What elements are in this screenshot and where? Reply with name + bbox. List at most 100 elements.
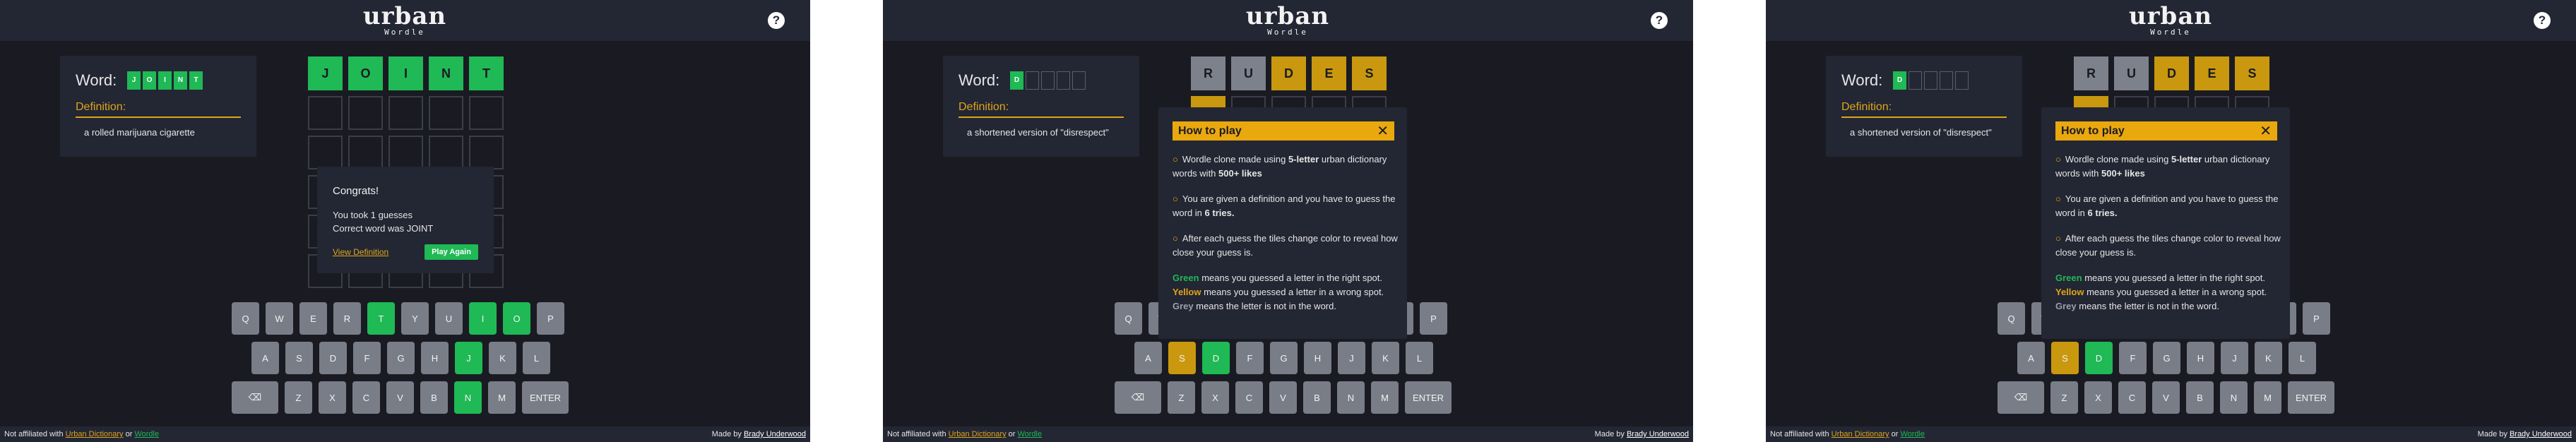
play-again-button[interactable]: Play Again <box>425 244 478 260</box>
backspace-icon[interactable]: ⌫ <box>1998 381 2044 414</box>
close-icon[interactable]: ✕ <box>2260 122 2272 140</box>
key-l[interactable]: L <box>1406 342 1433 374</box>
word-tile <box>1924 71 1937 90</box>
key-g[interactable]: G <box>1270 342 1298 374</box>
key-c[interactable]: C <box>1235 381 1263 414</box>
key-x[interactable]: X <box>319 381 346 414</box>
key-z[interactable]: Z <box>2050 381 2078 414</box>
author-link[interactable]: Brady Underwood <box>2510 430 2572 438</box>
urban-dictionary-link[interactable]: Urban Dictionary <box>949 430 1007 438</box>
key-b[interactable]: B <box>1303 381 1331 414</box>
grid-tile: D <box>1271 56 1306 90</box>
key-j[interactable]: J <box>1338 342 1365 374</box>
key-m[interactable]: M <box>488 381 516 414</box>
key-a[interactable]: A <box>2017 342 2045 374</box>
enter-key[interactable]: ENTER <box>2288 381 2334 414</box>
author-link[interactable]: Brady Underwood <box>744 430 806 438</box>
key-h[interactable]: H <box>2187 342 2214 374</box>
backspace-icon[interactable]: ⌫ <box>1115 381 1161 414</box>
key-s[interactable]: S <box>1168 342 1196 374</box>
key-d[interactable]: D <box>319 342 347 374</box>
key-r[interactable]: R <box>333 302 361 335</box>
backspace-icon[interactable]: ⌫ <box>232 381 278 414</box>
wordle-link[interactable]: Wordle <box>1900 430 1925 438</box>
key-x[interactable]: X <box>2084 381 2112 414</box>
key-d[interactable]: D <box>1202 342 1230 374</box>
grey-text: means the letter is not in the word. <box>1193 301 1336 311</box>
key-b[interactable]: B <box>2186 381 2214 414</box>
help-icon[interactable]: ? <box>768 12 785 29</box>
key-n[interactable]: N <box>2220 381 2248 414</box>
key-f[interactable]: F <box>353 342 381 374</box>
key-p[interactable]: P <box>537 302 564 335</box>
help-icon[interactable]: ? <box>2534 12 2551 29</box>
view-definition-link[interactable]: View Definition <box>333 247 388 257</box>
key-g[interactable]: G <box>387 342 415 374</box>
author-link[interactable]: Brady Underwood <box>1627 430 1689 438</box>
rule-1: ○ Wordle clone made using 5-letter urban … <box>1173 153 1399 181</box>
key-z[interactable]: Z <box>285 381 312 414</box>
key-t[interactable]: T <box>367 302 395 335</box>
key-y[interactable]: Y <box>401 302 429 335</box>
key-v[interactable]: V <box>2152 381 2180 414</box>
key-f[interactable]: F <box>1236 342 1264 374</box>
footer-disclaimer: Not affiliated with Urban Dictionary or … <box>887 430 1042 438</box>
grid-tile: T <box>469 56 504 90</box>
key-i[interactable]: I <box>469 302 497 335</box>
key-d[interactable]: D <box>2085 342 2113 374</box>
definition-label: Definition: <box>76 101 126 113</box>
enter-key[interactable]: ENTER <box>522 381 569 414</box>
key-p[interactable]: P <box>2303 302 2330 335</box>
key-q[interactable]: Q <box>1115 302 1142 335</box>
key-l[interactable]: L <box>2289 342 2316 374</box>
key-j[interactable]: J <box>2221 342 2248 374</box>
help-icon[interactable]: ? <box>1651 12 1668 29</box>
yellow-word: Yellow <box>1173 287 1201 297</box>
key-m[interactable]: M <box>2254 381 2281 414</box>
bullet-icon: ○ <box>1173 193 1178 204</box>
key-n[interactable]: N <box>454 381 482 414</box>
key-a[interactable]: A <box>251 342 279 374</box>
key-e[interactable]: E <box>299 302 327 335</box>
key-h[interactable]: H <box>421 342 449 374</box>
wordle-link[interactable]: Wordle <box>1017 430 1042 438</box>
key-g[interactable]: G <box>2153 342 2180 374</box>
key-c[interactable]: C <box>352 381 380 414</box>
key-f[interactable]: F <box>2119 342 2147 374</box>
key-v[interactable]: V <box>1269 381 1297 414</box>
word-tile <box>1041 71 1055 90</box>
grid-tile: R <box>1191 56 1225 90</box>
close-icon[interactable]: ✕ <box>1377 122 1389 140</box>
key-k[interactable]: K <box>1372 342 1399 374</box>
rule-3: ○ After each guess the tiles change color… <box>1173 232 1399 260</box>
key-v[interactable]: V <box>386 381 414 414</box>
bullet-icon: ○ <box>2055 193 2061 204</box>
key-h[interactable]: H <box>1304 342 1331 374</box>
key-l[interactable]: L <box>523 342 550 374</box>
footer-or: or <box>1008 430 1016 438</box>
key-k[interactable]: K <box>489 342 516 374</box>
enter-key[interactable]: ENTER <box>1405 381 1452 414</box>
key-z[interactable]: Z <box>1168 381 1195 414</box>
key-o[interactable]: O <box>503 302 530 335</box>
key-n[interactable]: N <box>1337 381 1365 414</box>
key-q[interactable]: Q <box>232 302 259 335</box>
key-u[interactable]: U <box>435 302 463 335</box>
key-s[interactable]: S <box>2051 342 2079 374</box>
key-a[interactable]: A <box>1134 342 1162 374</box>
key-w[interactable]: W <box>266 302 293 335</box>
urban-dictionary-link[interactable]: Urban Dictionary <box>66 430 124 438</box>
key-c[interactable]: C <box>2118 381 2146 414</box>
key-b[interactable]: B <box>420 381 448 414</box>
grid-tile: U <box>2114 56 2149 90</box>
key-p[interactable]: P <box>1420 302 1447 335</box>
urban-dictionary-link[interactable]: Urban Dictionary <box>1832 430 1889 438</box>
key-q[interactable]: Q <box>1998 302 2025 335</box>
key-x[interactable]: X <box>1201 381 1229 414</box>
key-m[interactable]: M <box>1371 381 1399 414</box>
word-tile: N <box>174 71 187 90</box>
wordle-link[interactable]: Wordle <box>134 430 159 438</box>
key-j[interactable]: J <box>455 342 482 374</box>
key-s[interactable]: S <box>285 342 313 374</box>
key-k[interactable]: K <box>2255 342 2282 374</box>
